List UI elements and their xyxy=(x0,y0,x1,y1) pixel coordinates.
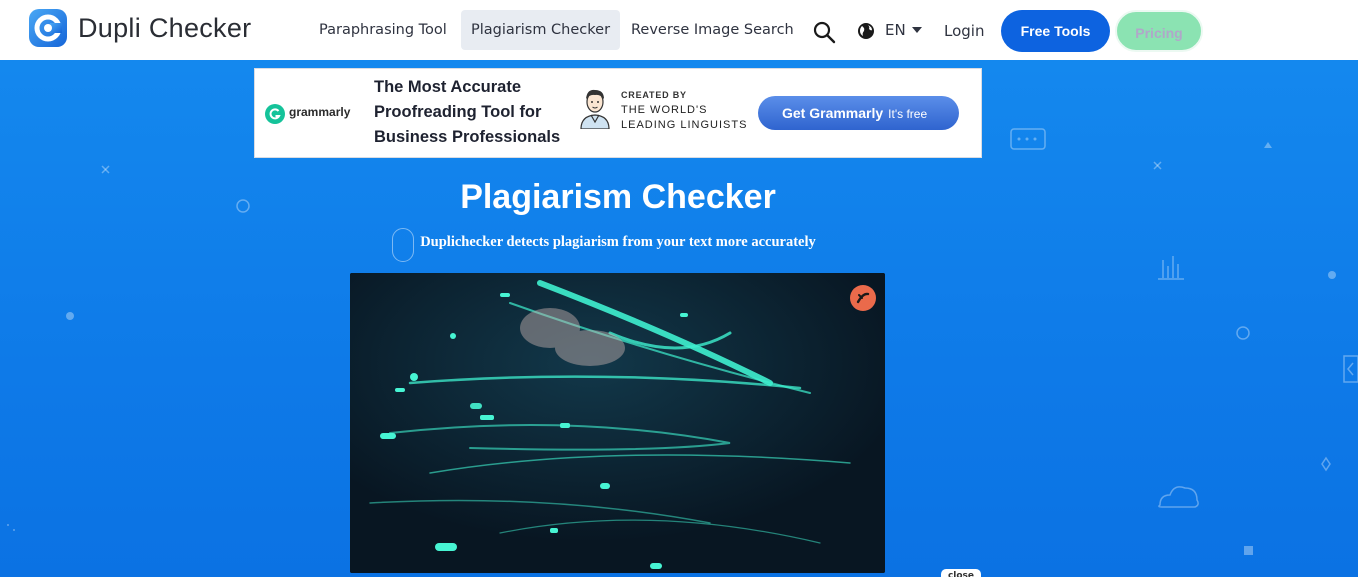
nav-link-plagiarism-checker[interactable]: Plagiarism Checker xyxy=(461,10,621,50)
free-tools-button[interactable]: Free Tools xyxy=(1001,10,1110,52)
ad-cta-sub-label: It's free xyxy=(888,107,928,121)
chevron-down-icon[interactable] xyxy=(912,27,922,33)
ad-headline: The Most Accurate Proofreading Tool for … xyxy=(374,78,561,146)
login-link[interactable]: Login xyxy=(944,22,984,40)
brand-name: Dupli Checker xyxy=(78,12,252,43)
page-title: Plagiarism Checker xyxy=(460,178,776,216)
nav-link-reverse-image-search[interactable]: Reverse Image Search xyxy=(621,10,804,50)
video-player[interactable] xyxy=(350,273,885,573)
hero-section: grammarly The Most Accurate Proofreading… xyxy=(0,60,1358,577)
grammarly-logo-icon xyxy=(265,104,285,124)
ad-created-by-label: CREATED BY xyxy=(621,90,687,100)
logo-icon xyxy=(28,8,68,48)
video-frame xyxy=(350,273,885,573)
nav-link-paraphrasing[interactable]: Paraphrasing Tool xyxy=(309,10,457,50)
ad-created-by-detail: THE WORLD'S LEADING LINGUISTS xyxy=(621,104,748,131)
get-grammarly-button[interactable]: Get Grammarly It's free xyxy=(758,96,959,130)
pricing-button[interactable]: Pricing xyxy=(1115,10,1203,52)
globe-icon[interactable] xyxy=(857,22,875,40)
video-close-button[interactable]: close xyxy=(941,569,981,577)
language-selector[interactable]: EN xyxy=(885,21,906,39)
ad-cta-label: Get Grammarly xyxy=(782,105,884,121)
linguist-avatar-icon xyxy=(577,85,613,130)
top-navbar: Dupli Checker Paraphrasing Tool Plagiari… xyxy=(0,0,1358,60)
video-brand-icon[interactable] xyxy=(850,285,876,311)
ad-brand-name: grammarly xyxy=(289,105,351,119)
search-icon[interactable] xyxy=(812,20,836,44)
page-subtitle: Duplichecker detects plagiarism from you… xyxy=(420,234,816,250)
brand-logo[interactable]: Dupli Checker xyxy=(28,8,251,48)
grammarly-ad-banner[interactable]: grammarly The Most Accurate Proofreading… xyxy=(254,68,982,158)
